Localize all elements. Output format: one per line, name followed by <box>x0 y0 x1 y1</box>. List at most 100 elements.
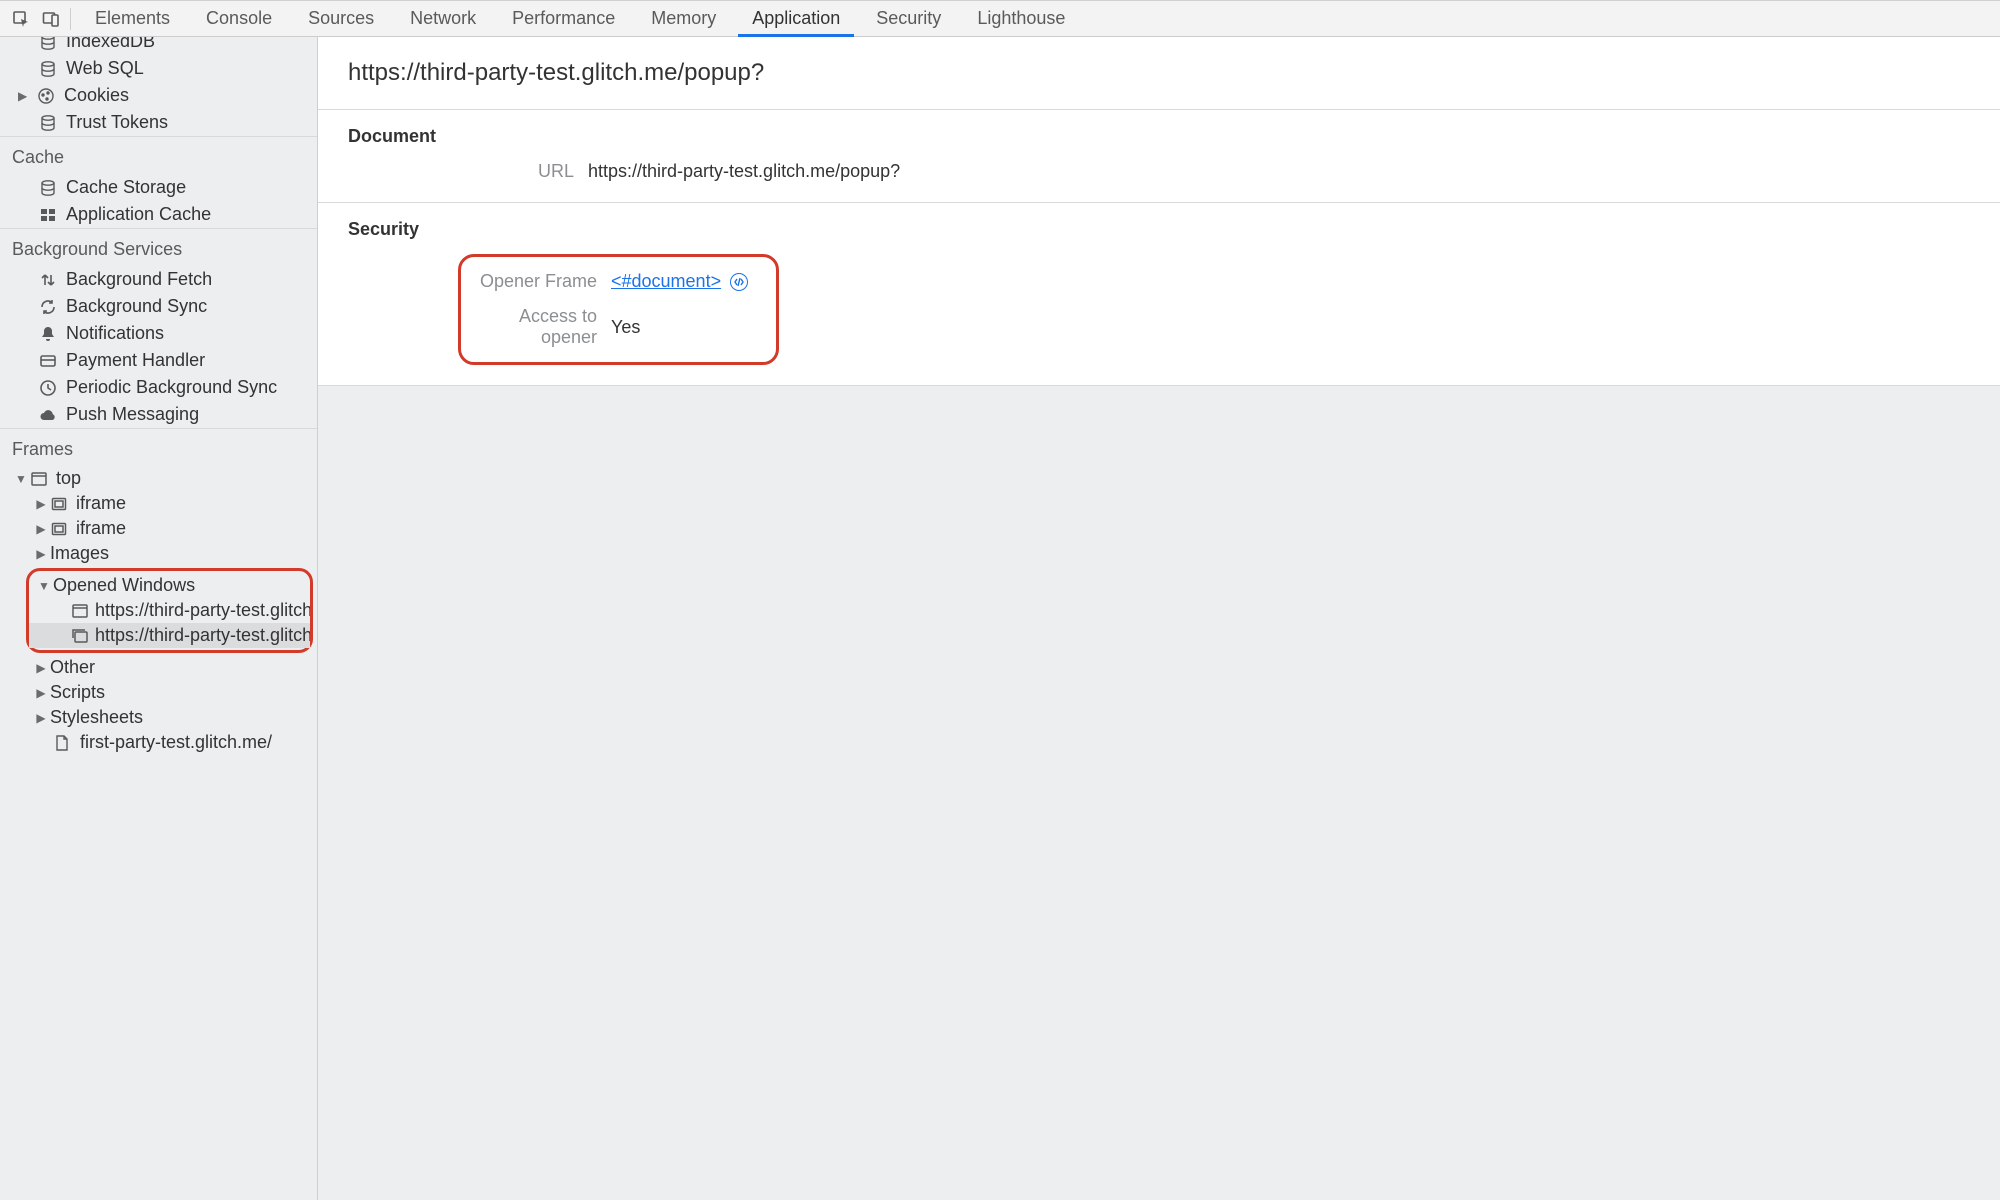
frame-leaf[interactable]: first-party-test.glitch.me/ <box>0 730 317 755</box>
sidebar-item-websql[interactable]: Web SQL <box>0 55 317 82</box>
sidebar-item-label: Background Sync <box>66 296 207 317</box>
document-icon <box>54 734 74 752</box>
sidebar-item-label: Background Fetch <box>66 269 212 290</box>
sidebar-item-label: Periodic Background Sync <box>66 377 277 398</box>
sidebar-item-label: IndexedDB <box>66 37 155 52</box>
sidebar-group-cache: Cache <box>0 136 317 174</box>
section-title: Document <box>348 126 1970 147</box>
collapse-icon[interactable]: ▼ <box>14 472 28 486</box>
sidebar-item-application-cache[interactable]: Application Cache <box>0 201 317 228</box>
updown-arrows-icon <box>38 271 58 289</box>
window-icon <box>71 602 89 620</box>
opener-frame-label: Opener Frame <box>461 271 611 292</box>
sidebar-item-label: Notifications <box>66 323 164 344</box>
grid-icon <box>38 206 58 224</box>
frame-icon <box>50 520 70 538</box>
tab-lighthouse[interactable]: Lighthouse <box>959 1 1083 36</box>
tab-console[interactable]: Console <box>188 1 290 36</box>
sidebar-item-periodic-sync[interactable]: Periodic Background Sync <box>0 374 317 401</box>
security-section: Security Opener Frame <#document> Access… <box>318 203 2000 386</box>
expand-icon[interactable]: ▶ <box>34 711 48 725</box>
frame-icon <box>50 495 70 513</box>
sync-icon <box>38 298 58 316</box>
frame-label: top <box>56 468 81 489</box>
document-section: Document URL https://third-party-test.gl… <box>318 110 2000 203</box>
sidebar-item-label: Payment Handler <box>66 350 205 371</box>
clock-icon <box>38 379 58 397</box>
expand-icon[interactable]: ▶ <box>34 547 48 561</box>
frame-label: Other <box>50 657 95 678</box>
frame-label: Scripts <box>50 682 105 703</box>
frame-detail-panel: https://third-party-test.glitch.me/popup… <box>318 37 2000 1200</box>
expand-icon[interactable]: ▶ <box>34 522 48 536</box>
sidebar-item-label: Cookies <box>64 85 129 106</box>
database-icon <box>38 179 58 197</box>
opened-window-label: https://third-party-test.glitch.m <box>95 625 310 646</box>
card-icon <box>38 352 58 370</box>
url-value: https://third-party-test.glitch.me/popup… <box>588 161 900 182</box>
sidebar-item-indexeddb[interactable]: IndexedDB <box>0 37 317 55</box>
frame-other[interactable]: ▶ Other <box>0 655 317 680</box>
device-toolbar-icon[interactable] <box>36 1 66 36</box>
devtools-tabbar: Elements Console Sources Network Perform… <box>0 0 2000 37</box>
database-icon <box>38 60 58 78</box>
frame-label: first-party-test.glitch.me/ <box>80 732 272 753</box>
sidebar-item-cookies[interactable]: ▶ Cookies <box>0 82 317 109</box>
frame-iframe-2[interactable]: ▶ iframe <box>0 516 317 541</box>
windows-stack-icon <box>71 627 89 645</box>
sidebar-item-cache-storage[interactable]: Cache Storage <box>0 174 317 201</box>
application-sidebar: IndexedDB Web SQL ▶ Cookies <box>0 37 318 1200</box>
sidebar-item-label: Web SQL <box>66 58 144 79</box>
opened-window-1[interactable]: https://third-party-test.glitch.m <box>29 598 310 623</box>
opened-windows-highlight: ▼ Opened Windows https://third-party-tes… <box>26 568 313 653</box>
frame-iframe-1[interactable]: ▶ iframe <box>0 491 317 516</box>
frame-images[interactable]: ▶ Images <box>0 541 317 566</box>
sidebar-item-background-sync[interactable]: Background Sync <box>0 293 317 320</box>
tab-performance[interactable]: Performance <box>494 1 633 36</box>
access-to-opener-value: Yes <box>611 317 640 338</box>
database-icon <box>38 37 58 51</box>
tab-memory[interactable]: Memory <box>633 1 734 36</box>
section-title: Security <box>348 219 1970 240</box>
sidebar-item-push-messaging[interactable]: Push Messaging <box>0 401 317 428</box>
access-to-opener-label: Access to opener <box>461 306 611 348</box>
frame-opened-windows[interactable]: ▼ Opened Windows <box>29 573 310 598</box>
frame-stylesheets[interactable]: ▶ Stylesheets <box>0 705 317 730</box>
frame-label: Opened Windows <box>53 575 195 596</box>
tab-network[interactable]: Network <box>392 1 494 36</box>
sidebar-item-trust-tokens[interactable]: Trust Tokens <box>0 109 317 136</box>
sidebar-group-frames: Frames <box>0 428 317 466</box>
tab-sources[interactable]: Sources <box>290 1 392 36</box>
sidebar-group-bgservices: Background Services <box>0 228 317 266</box>
url-label: URL <box>348 161 588 182</box>
tabbar-divider <box>70 8 71 30</box>
opened-window-label: https://third-party-test.glitch.m <box>95 600 310 621</box>
tab-security[interactable]: Security <box>858 1 959 36</box>
sidebar-item-background-fetch[interactable]: Background Fetch <box>0 266 317 293</box>
frame-scripts[interactable]: ▶ Scripts <box>0 680 317 705</box>
expand-icon[interactable]: ▶ <box>34 686 48 700</box>
tab-application[interactable]: Application <box>734 1 858 36</box>
tab-elements[interactable]: Elements <box>77 1 188 36</box>
sidebar-item-payment-handler[interactable]: Payment Handler <box>0 347 317 374</box>
frame-label: Stylesheets <box>50 707 143 728</box>
security-highlight: Opener Frame <#document> Access to opene… <box>458 254 779 365</box>
frame-label: iframe <box>76 518 126 539</box>
expand-icon[interactable]: ▶ <box>18 89 32 103</box>
frame-detail-header: https://third-party-test.glitch.me/popup… <box>318 37 2000 110</box>
inspect-dom-icon[interactable] <box>730 273 748 291</box>
inspect-element-icon[interactable] <box>6 1 36 36</box>
cloud-icon <box>38 406 58 424</box>
sidebar-item-label: Trust Tokens <box>66 112 168 133</box>
collapse-icon[interactable]: ▼ <box>37 579 51 593</box>
sidebar-item-notifications[interactable]: Notifications <box>0 320 317 347</box>
opener-frame-link[interactable]: <#document> <box>611 271 721 291</box>
database-icon <box>38 114 58 132</box>
frame-label: iframe <box>76 493 126 514</box>
frame-label: Images <box>50 543 109 564</box>
sidebar-item-label: Cache Storage <box>66 177 186 198</box>
opened-window-2[interactable]: https://third-party-test.glitch.m <box>29 623 310 648</box>
frame-top[interactable]: ▼ top <box>0 466 317 491</box>
expand-icon[interactable]: ▶ <box>34 661 48 675</box>
expand-icon[interactable]: ▶ <box>34 497 48 511</box>
